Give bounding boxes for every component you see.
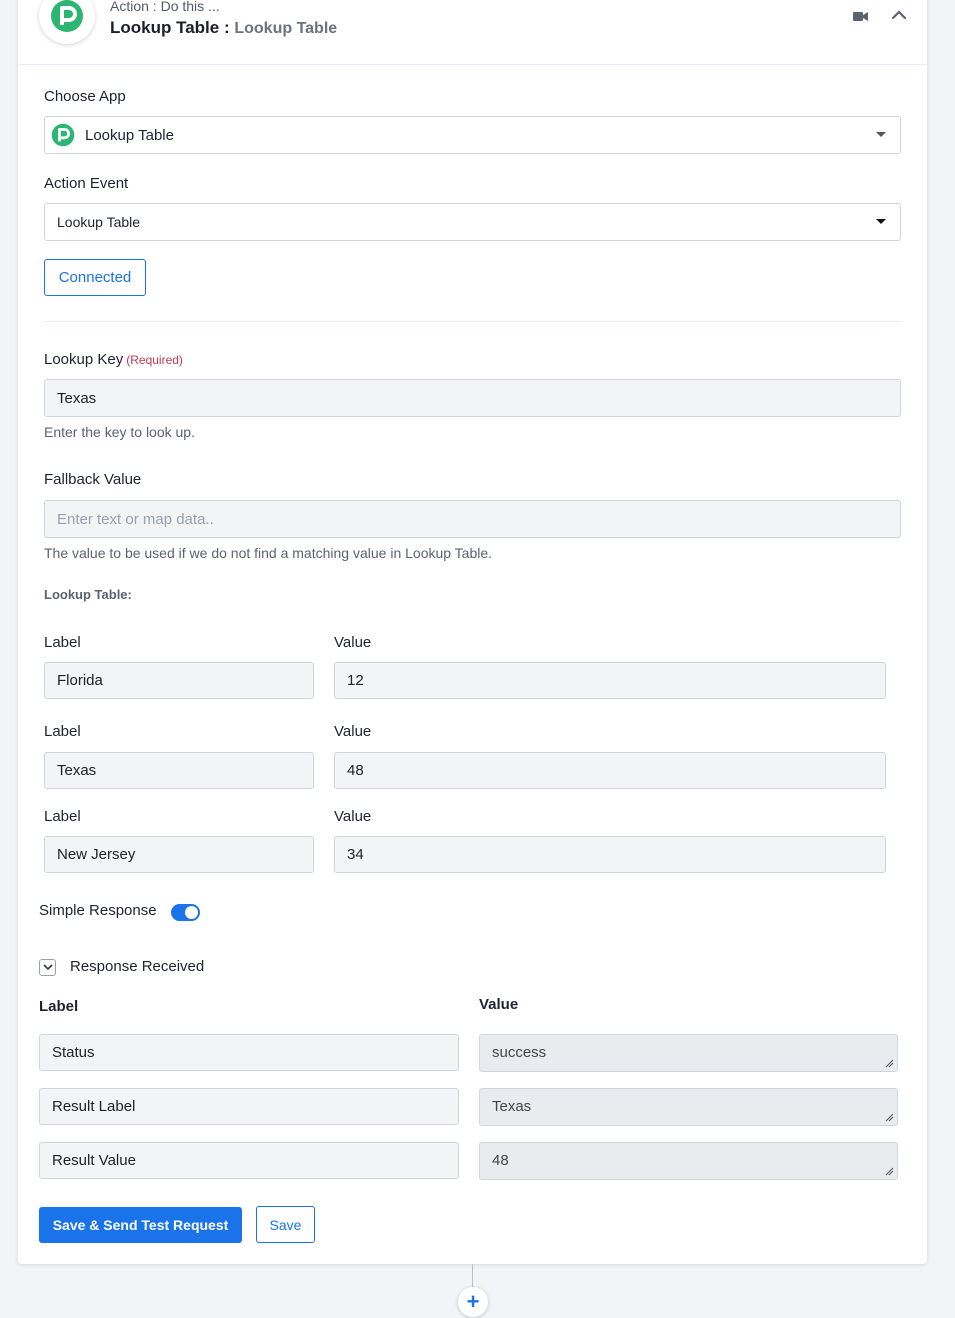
fallback-value-help: The value to be used if we do not find a… — [44, 545, 493, 561]
fallback-value-label: Fallback Value — [44, 471, 142, 488]
dropdown-caret-icon — [876, 132, 886, 137]
choose-app-select[interactable]: Lookup Table — [44, 116, 901, 154]
lookup-row-label-input[interactable]: New Jersey — [44, 836, 314, 873]
lookup-row-value-header: Value — [334, 808, 372, 825]
resize-handle-icon[interactable] — [885, 1059, 894, 1068]
pabbly-logo-icon — [51, 0, 83, 32]
action-card: Action : Do this ... Lookup Table : Look… — [18, 0, 927, 1264]
video-camera-icon[interactable] — [853, 11, 868, 22]
lookup-key-label: Lookup Key (Required) — [44, 351, 183, 368]
section-divider — [44, 321, 901, 322]
lookup-row-label-input[interactable]: Texas — [44, 752, 314, 789]
action-event-select[interactable]: Lookup Table — [44, 203, 901, 241]
response-received-toggle[interactable] — [39, 959, 56, 976]
choose-app-label: Choose App — [44, 88, 126, 105]
lookup-row-value-header: Value — [334, 634, 372, 651]
action-subtitle: Action : Do this ... — [110, 0, 220, 14]
response-value-text: success — [492, 1044, 547, 1061]
lookup-key-label-text: Lookup Key — [44, 351, 124, 368]
response-value-header: Value — [479, 996, 519, 1013]
response-label-header: Label — [39, 998, 79, 1015]
pabbly-logo-icon — [51, 123, 75, 147]
lookup-key-help: Enter the key to look up. — [44, 424, 195, 440]
app-logo — [39, 0, 95, 44]
lookup-row-label-input[interactable]: Florida — [44, 662, 314, 699]
action-title-separator: : — [219, 18, 235, 37]
required-badge: (Required) — [126, 353, 183, 367]
lookup-row-value-header: Value — [334, 723, 372, 740]
fallback-value-input[interactable]: Enter text or map data.. — [44, 500, 901, 538]
resize-handle-icon[interactable] — [885, 1167, 894, 1176]
flow-connector — [472, 1264, 473, 1288]
action-title: Lookup Table : Lookup Table — [110, 18, 337, 38]
lookup-row-value-input[interactable]: 12 — [334, 662, 886, 699]
lookup-table-heading: Lookup Table: — [44, 587, 132, 602]
response-label-input[interactable]: Status — [39, 1034, 459, 1071]
response-label-input[interactable]: Result Label — [39, 1088, 459, 1125]
response-value-textarea[interactable]: 48 — [479, 1142, 898, 1180]
add-step-button[interactable]: + — [458, 1287, 488, 1317]
chevron-up-icon[interactable] — [892, 10, 906, 20]
choose-app-value: Lookup Table — [85, 126, 174, 144]
lookup-row-value-input[interactable]: 34 — [334, 836, 886, 873]
resize-handle-icon[interactable] — [885, 1113, 894, 1122]
lookup-row-label-header: Label — [44, 808, 81, 825]
response-value-textarea[interactable]: success — [479, 1034, 898, 1072]
save-button[interactable]: Save — [256, 1206, 315, 1243]
simple-response-toggle[interactable] — [171, 904, 200, 921]
action-title-app: Lookup Table — [110, 18, 220, 37]
simple-response-label: Simple Response — [39, 902, 157, 919]
connected-button[interactable]: Connected — [44, 259, 146, 296]
plus-icon: + — [466, 1289, 480, 1314]
chevron-down-icon — [42, 964, 53, 971]
response-value-text: Texas — [492, 1098, 532, 1115]
response-label-input[interactable]: Result Value — [39, 1142, 459, 1179]
lookup-key-input[interactable]: Texas — [44, 379, 901, 417]
lookup-row-label-header: Label — [44, 723, 81, 740]
action-title-event: Lookup Table — [234, 20, 338, 37]
action-header[interactable]: Action : Do this ... Lookup Table : Look… — [18, 0, 927, 65]
action-event-label: Action Event — [44, 175, 129, 192]
lookup-row-value-input[interactable]: 48 — [334, 752, 886, 789]
response-value-text: 48 — [492, 1152, 509, 1169]
dropdown-caret-icon — [876, 219, 886, 224]
lookup-row-label-header: Label — [44, 634, 81, 651]
response-received-title: Response Received — [70, 958, 205, 975]
save-and-send-test-button[interactable]: Save & Send Test Request — [39, 1207, 242, 1243]
action-event-value: Lookup Table — [57, 214, 141, 230]
response-value-textarea[interactable]: Texas — [479, 1088, 898, 1126]
